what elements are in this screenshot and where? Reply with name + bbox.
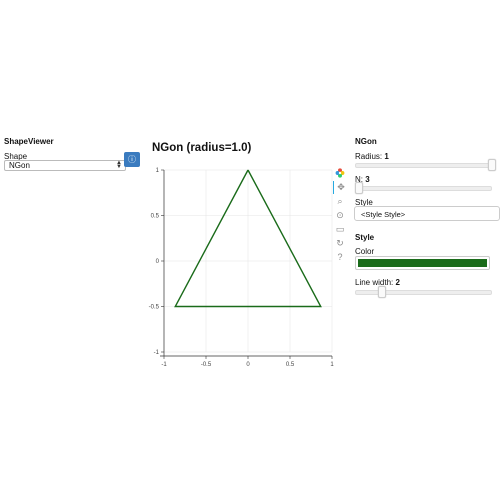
x-tick-label: -1 — [161, 362, 167, 368]
box-zoom-icon[interactable]: ⌕ — [333, 195, 347, 208]
plot-title: NGon (radius=1.0) — [152, 142, 252, 154]
style-input[interactable]: <Style Style> — [354, 206, 500, 221]
shape-select-value: NGon — [9, 161, 30, 170]
n-slider-track — [355, 186, 492, 191]
x-tick-label: 1 — [330, 362, 334, 368]
help-icon[interactable]: ? — [333, 251, 347, 264]
x-tick-label: 0 — [246, 362, 250, 368]
n-slider-handle[interactable] — [355, 182, 363, 194]
y-tick-label: -1 — [154, 350, 160, 356]
x-tick-label: -0.5 — [201, 362, 212, 368]
y-tick-label: 0 — [156, 259, 160, 265]
ngon-plot[interactable]: -1 -0.5 0 0.5 1 1 0.5 0 -0.5 -1 — [145, 160, 335, 375]
select-arrows-icon: ▲ ▼ — [116, 160, 122, 170]
bokeh-logo-icon[interactable] — [333, 167, 347, 180]
app-title: ShapeViewer — [4, 137, 54, 146]
shape-select[interactable]: NGon ▲ ▼ — [4, 160, 126, 171]
n-slider[interactable] — [355, 182, 492, 194]
radius-slider[interactable] — [355, 159, 496, 171]
line-width-slider-handle[interactable] — [378, 286, 387, 298]
shape-info-button[interactable]: ⓘ — [124, 152, 140, 167]
y-tick-label: -0.5 — [149, 305, 160, 311]
style-section-title: Style — [355, 233, 375, 242]
radius-slider-handle[interactable] — [488, 159, 496, 171]
reset-icon[interactable]: ↻ — [333, 237, 347, 250]
line-width-slider[interactable] — [355, 286, 492, 298]
color-picker[interactable] — [355, 256, 490, 270]
line-width-slider-track — [355, 290, 492, 295]
pan-icon[interactable]: ✥ — [333, 181, 348, 194]
style-input-value: <Style Style> — [361, 210, 406, 219]
y-tick-label: 0.5 — [151, 214, 160, 220]
y-tick-label: 1 — [156, 168, 160, 174]
save-icon[interactable]: ▭ — [333, 223, 347, 236]
x-tick-label: 0.5 — [286, 362, 295, 368]
radius-slider-track — [355, 163, 495, 168]
color-swatch — [358, 259, 487, 267]
params-title: NGon — [355, 137, 377, 146]
wheel-zoom-icon[interactable]: ⊙ — [333, 209, 347, 222]
info-icon: ⓘ — [128, 155, 136, 164]
color-label: Color — [355, 247, 375, 256]
